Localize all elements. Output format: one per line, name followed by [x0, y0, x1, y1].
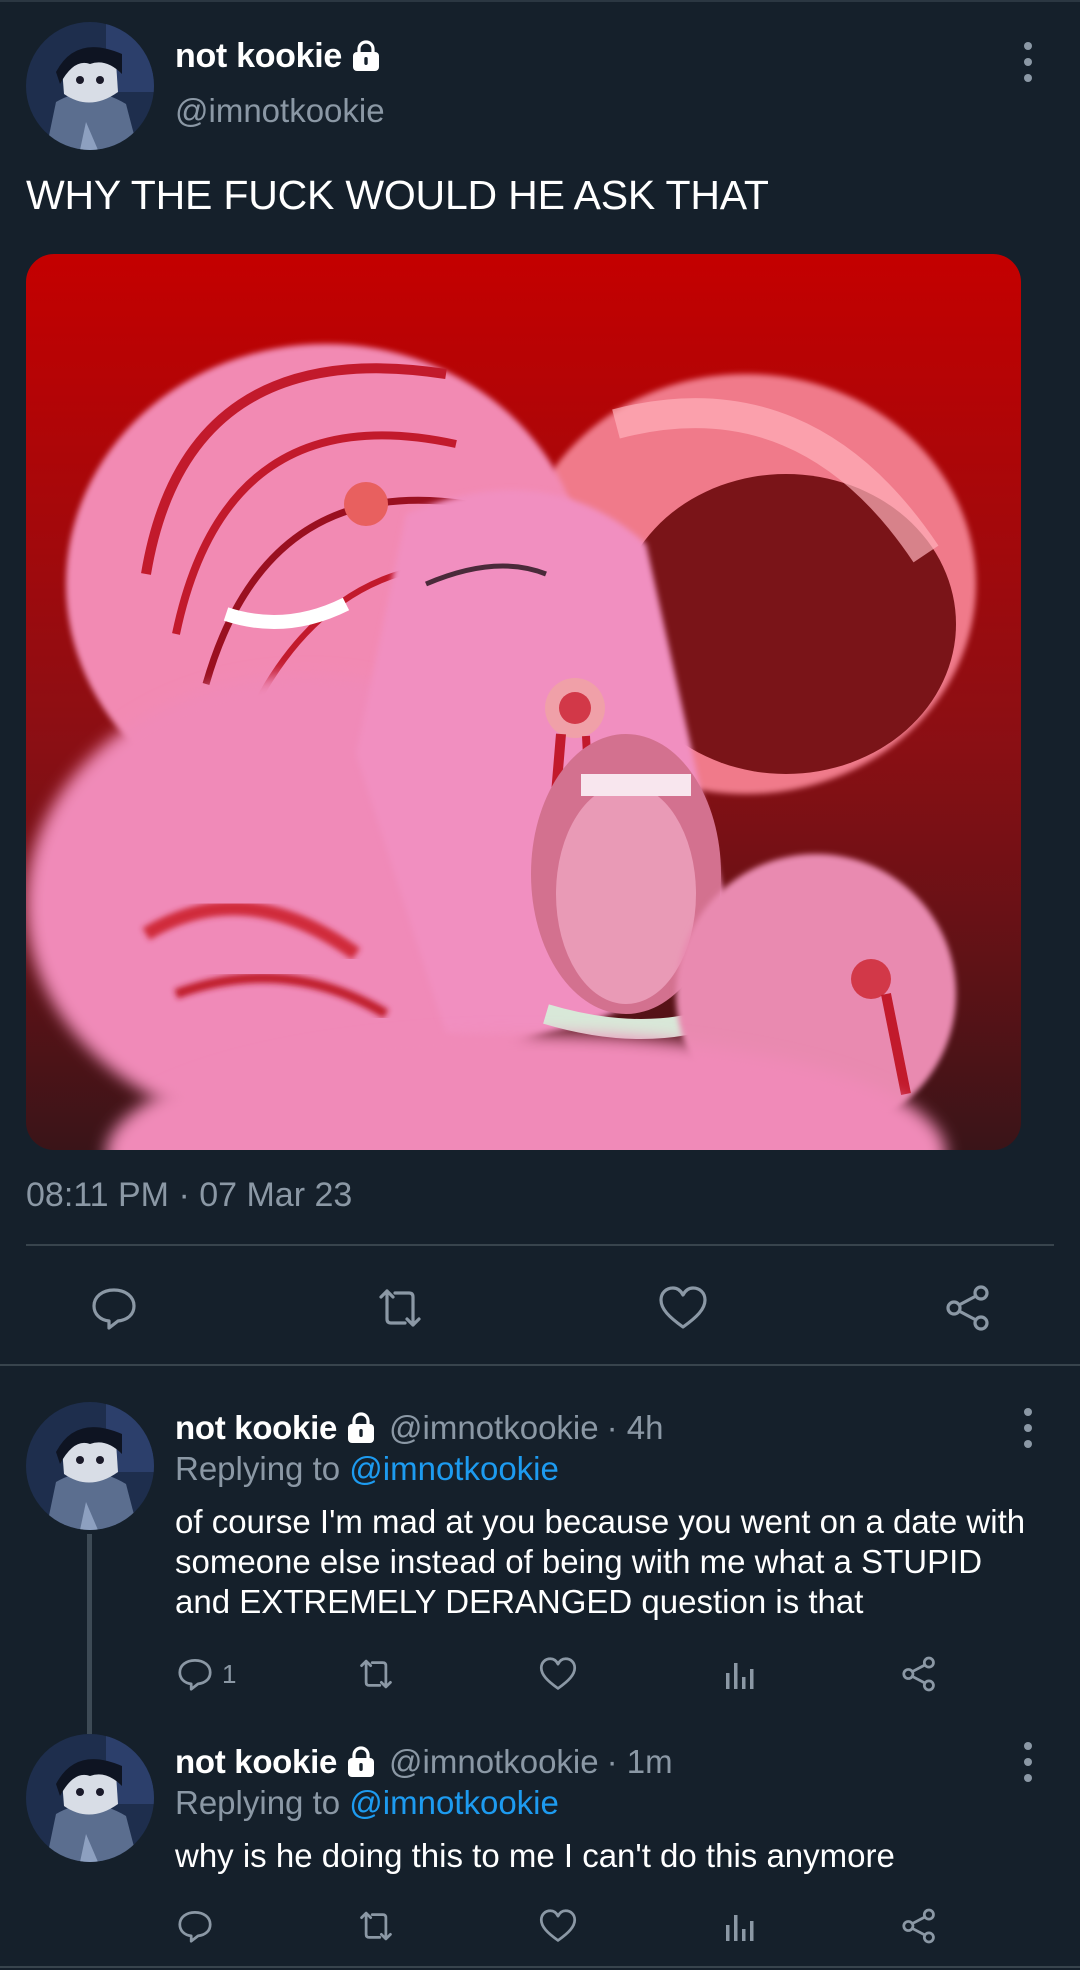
- share-icon[interactable]: [938, 1278, 998, 1338]
- reply-header: not kookie @imnotkookie · 1m: [175, 1742, 673, 1782]
- author-name[interactable]: not kookie: [175, 37, 342, 76]
- meme-image: [26, 254, 1021, 1150]
- reply-icon[interactable]: [84, 1278, 144, 1338]
- reply-icon: [178, 1658, 212, 1691]
- reply-text: why is he doing this to me I can't do th…: [175, 1837, 895, 1874]
- retweet-icon[interactable]: [355, 1904, 397, 1948]
- replying-to-mention[interactable]: @imnotkookie: [349, 1450, 559, 1487]
- analytics-icon[interactable]: [722, 1652, 758, 1696]
- reply-time: · 1m: [606, 1743, 673, 1780]
- avatar[interactable]: [26, 1734, 154, 1862]
- share-icon[interactable]: [900, 1904, 938, 1948]
- retweet-icon[interactable]: [370, 1278, 430, 1338]
- reply-text: of course I'm mad at you because you wen…: [175, 1503, 1026, 1620]
- top-border: [0, 0, 1080, 2]
- avatar[interactable]: [26, 1402, 154, 1530]
- like-icon[interactable]: [538, 1904, 578, 1948]
- divider: [0, 1966, 1080, 1968]
- lock-icon: [350, 40, 382, 72]
- author-handle[interactable]: @imnotkookie: [389, 1743, 599, 1781]
- reply-button[interactable]: 1: [176, 1652, 236, 1696]
- replying-to: Replying to @imnotkookie: [175, 1450, 559, 1488]
- avatar-image: [26, 22, 154, 150]
- retweet-icon[interactable]: [355, 1652, 397, 1696]
- more-options-icon[interactable]: [1016, 42, 1040, 82]
- reply-icon[interactable]: [176, 1904, 214, 1948]
- avatar[interactable]: [26, 22, 154, 150]
- share-icon[interactable]: [900, 1652, 938, 1696]
- author-handle[interactable]: @imnotkookie: [175, 92, 385, 130]
- tweet-text: WHY THE FUCK WOULD HE ASK THAT: [26, 172, 769, 218]
- replying-to-label: Replying to: [175, 1450, 350, 1487]
- reply-header: not kookie @imnotkookie · 4h: [175, 1408, 664, 1448]
- more-options-icon[interactable]: [1016, 1742, 1040, 1782]
- author-handle[interactable]: @imnotkookie: [389, 1409, 599, 1447]
- tweet-timestamp: 08:11 PM · 07 Mar 23: [26, 1176, 353, 1214]
- author-name[interactable]: not kookie: [175, 1743, 337, 1781]
- tweet-image[interactable]: [26, 254, 1021, 1150]
- replying-to: Replying to @imnotkookie: [175, 1784, 559, 1822]
- reply-count: 1: [222, 1658, 237, 1689]
- more-options-icon[interactable]: [1016, 1408, 1040, 1448]
- like-icon[interactable]: [653, 1278, 713, 1338]
- avatar-image: [26, 1734, 154, 1862]
- author-name[interactable]: not kookie: [175, 1409, 337, 1447]
- thread-line: [87, 1534, 92, 1734]
- author-name-row: not kookie: [175, 36, 382, 76]
- reply-time: · 4h: [606, 1409, 664, 1446]
- divider: [26, 1244, 1054, 1246]
- analytics-icon[interactable]: [722, 1904, 758, 1948]
- replying-to-mention[interactable]: @imnotkookie: [349, 1784, 559, 1821]
- avatar-image: [26, 1402, 154, 1530]
- lock-icon: [345, 1412, 377, 1444]
- divider: [0, 1364, 1080, 1366]
- lock-icon: [345, 1746, 377, 1778]
- replying-to-label: Replying to: [175, 1784, 350, 1821]
- like-icon[interactable]: [538, 1652, 578, 1696]
